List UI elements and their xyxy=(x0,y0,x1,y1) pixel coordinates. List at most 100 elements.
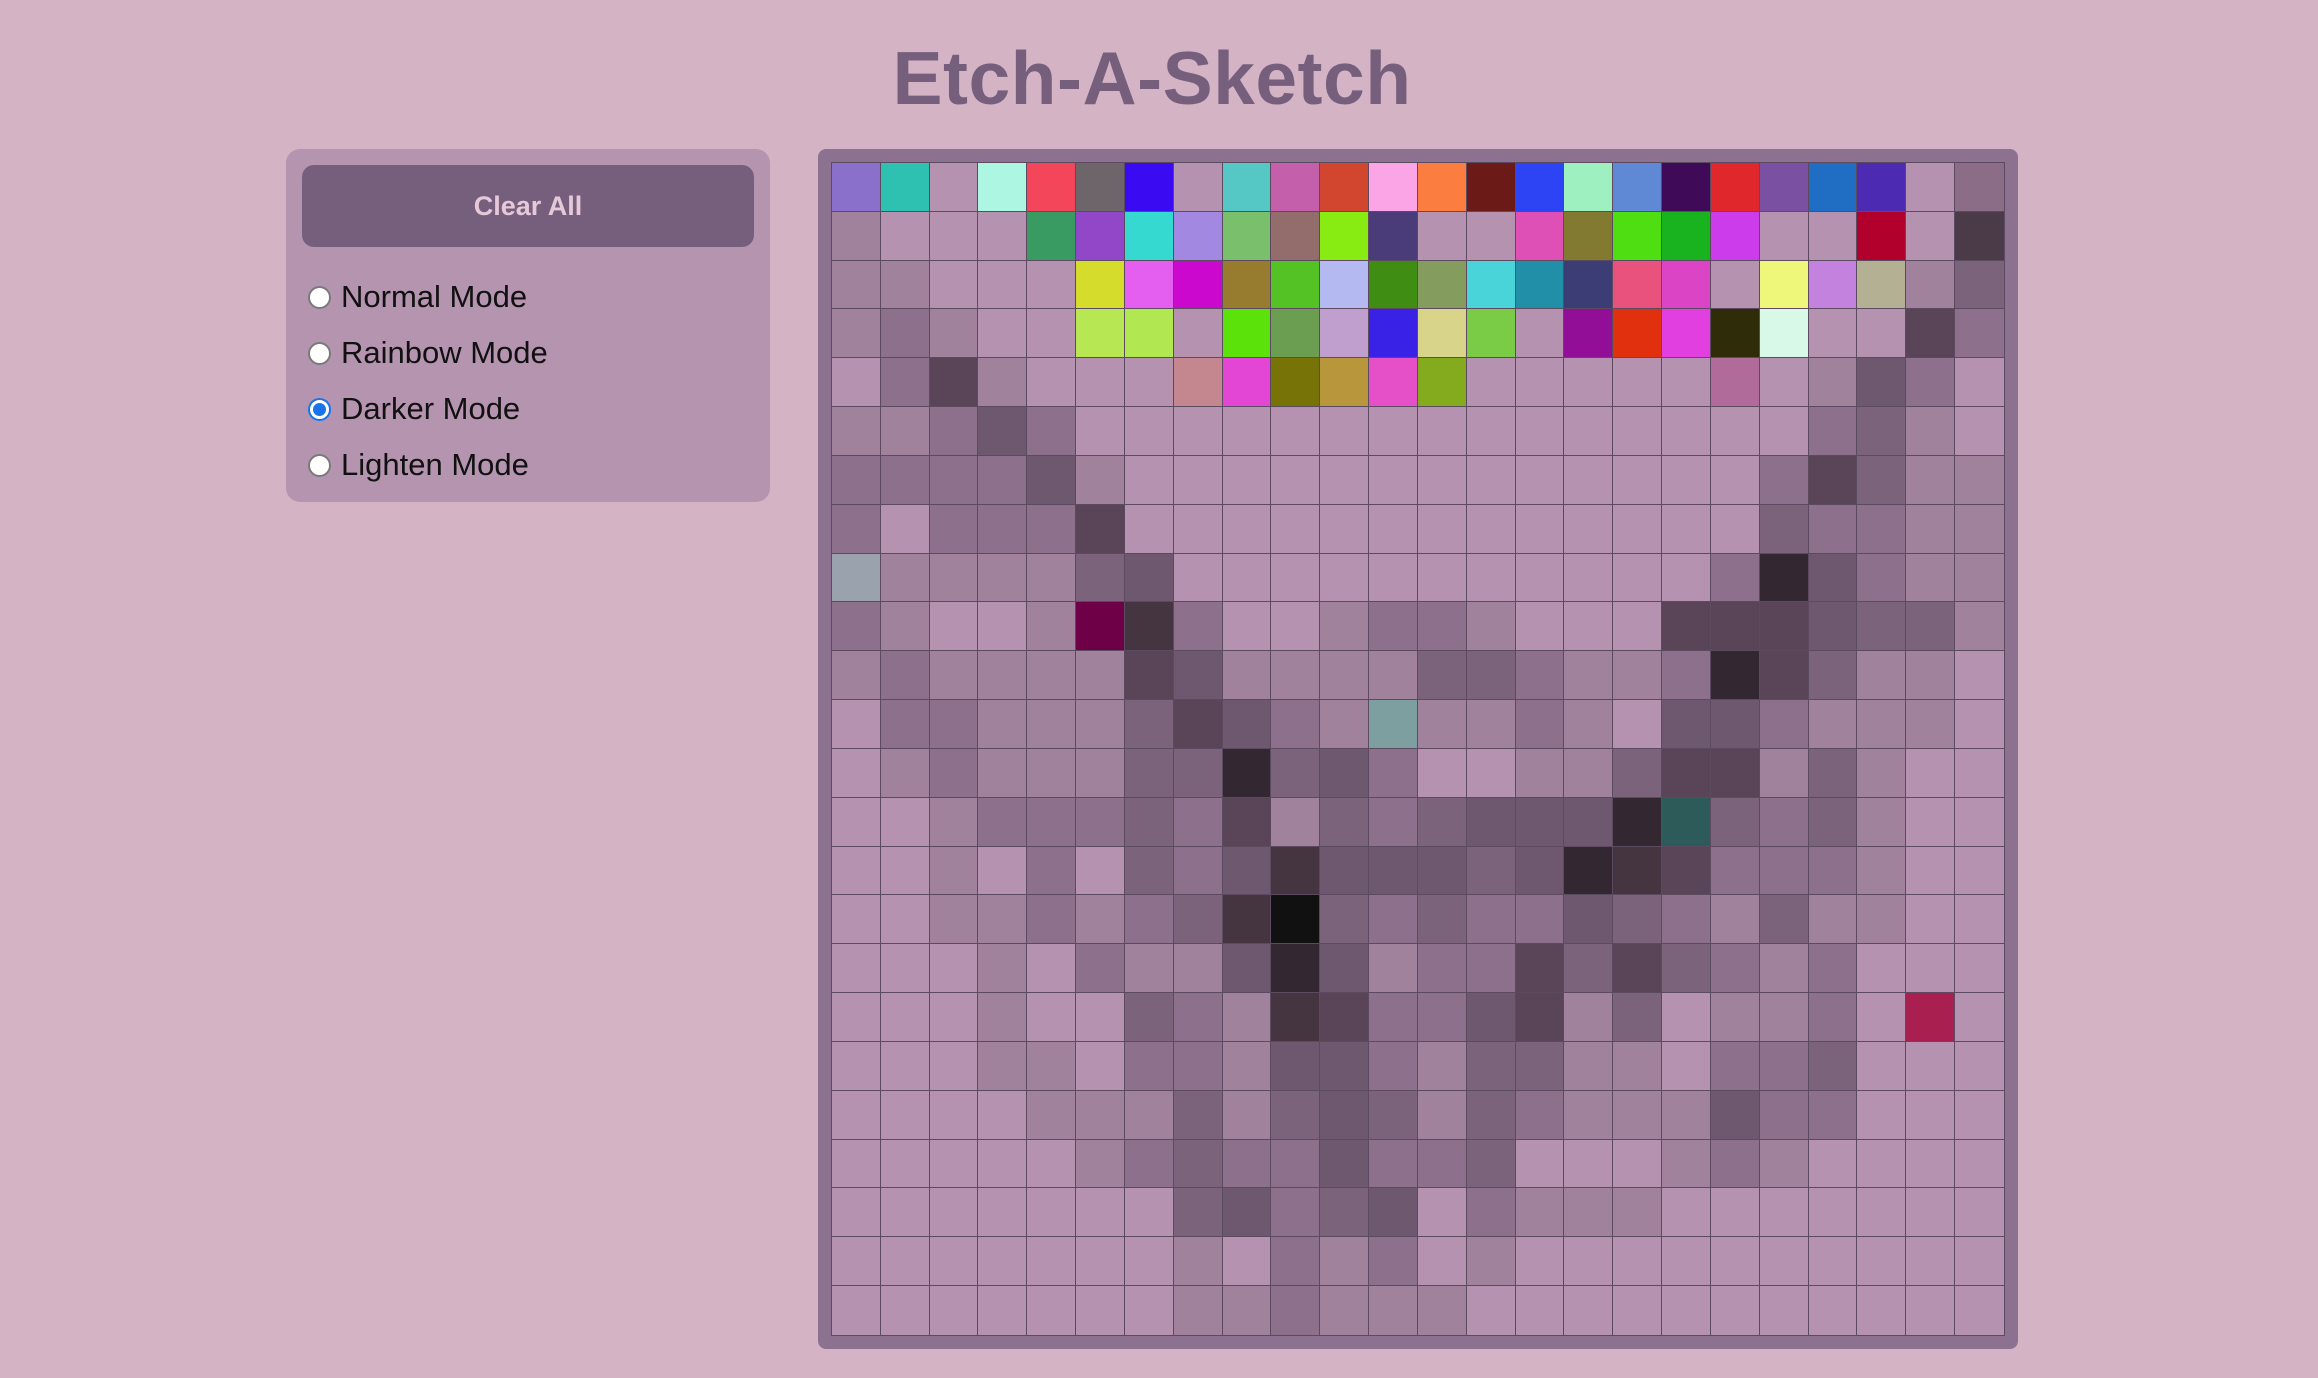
grid-cell[interactable] xyxy=(1271,748,1321,798)
grid-cell[interactable] xyxy=(1124,407,1174,456)
grid-cell[interactable] xyxy=(978,651,1028,701)
grid-cell[interactable] xyxy=(1027,797,1077,847)
grid-cell[interactable] xyxy=(1027,651,1077,701)
grid-cell[interactable] xyxy=(832,602,881,652)
grid-cell[interactable] xyxy=(1027,944,1077,994)
grid-cell[interactable] xyxy=(1222,944,1272,994)
grid-cell[interactable] xyxy=(1808,553,1858,603)
grid-cell[interactable] xyxy=(1027,748,1077,798)
grid-cell[interactable] xyxy=(1173,211,1223,261)
grid-cell[interactable] xyxy=(1710,1188,1760,1238)
grid-cell[interactable] xyxy=(1759,260,1809,310)
sketch-grid[interactable] xyxy=(831,162,2005,1336)
grid-cell[interactable] xyxy=(1076,651,1125,701)
grid-cell[interactable] xyxy=(1369,944,1418,994)
grid-cell[interactable] xyxy=(1857,846,1907,896)
grid-cell[interactable] xyxy=(1759,358,1809,408)
clear-all-button[interactable]: Clear All xyxy=(302,165,754,247)
grid-cell[interactable] xyxy=(1320,846,1370,896)
darker-mode-radio[interactable] xyxy=(308,397,331,421)
grid-cell[interactable] xyxy=(1564,1188,1614,1238)
grid-cell[interactable] xyxy=(1808,260,1858,310)
grid-cell[interactable] xyxy=(1906,895,1956,945)
grid-cell[interactable] xyxy=(1515,163,1565,212)
grid-cell[interactable] xyxy=(1515,1188,1565,1238)
grid-cell[interactable] xyxy=(929,553,979,603)
grid-cell[interactable] xyxy=(880,1041,930,1091)
grid-cell[interactable] xyxy=(1759,651,1809,701)
grid-cell[interactable] xyxy=(1662,309,1711,359)
grid-cell[interactable] xyxy=(1222,1041,1272,1091)
grid-cell[interactable] xyxy=(1271,1090,1321,1140)
grid-cell[interactable] xyxy=(1710,1041,1760,1091)
grid-cell[interactable] xyxy=(880,944,930,994)
grid-cell[interactable] xyxy=(1124,993,1174,1042)
grid-cell[interactable] xyxy=(1076,455,1125,505)
grid-cell[interactable] xyxy=(1173,1237,1223,1287)
grid-cell[interactable] xyxy=(1076,1090,1125,1140)
grid-cell[interactable] xyxy=(1124,1041,1174,1091)
grid-cell[interactable] xyxy=(1710,700,1760,749)
grid-cell[interactable] xyxy=(1857,700,1907,749)
grid-cell[interactable] xyxy=(1662,211,1711,261)
grid-cell[interactable] xyxy=(1613,993,1663,1042)
grid-cell[interactable] xyxy=(1027,700,1077,749)
grid-cell[interactable] xyxy=(1320,993,1370,1042)
grid-cell[interactable] xyxy=(1759,1139,1809,1189)
grid-cell[interactable] xyxy=(1515,846,1565,896)
grid-cell[interactable] xyxy=(832,846,881,896)
grid-cell[interactable] xyxy=(1955,944,2004,994)
grid-cell[interactable] xyxy=(1076,260,1125,310)
grid-cell[interactable] xyxy=(1369,700,1418,749)
grid-cell[interactable] xyxy=(1076,944,1125,994)
grid-cell[interactable] xyxy=(1369,651,1418,701)
grid-cell[interactable] xyxy=(1124,309,1174,359)
grid-cell[interactable] xyxy=(1369,1090,1418,1140)
grid-cell[interactable] xyxy=(1076,407,1125,456)
grid-cell[interactable] xyxy=(1808,504,1858,554)
grid-cell[interactable] xyxy=(1271,700,1321,749)
normal-mode-option[interactable]: Normal Mode xyxy=(308,269,548,325)
grid-cell[interactable] xyxy=(1222,1090,1272,1140)
grid-cell[interactable] xyxy=(1515,1237,1565,1287)
grid-cell[interactable] xyxy=(832,1286,881,1335)
grid-cell[interactable] xyxy=(1906,455,1956,505)
grid-cell[interactable] xyxy=(1808,846,1858,896)
grid-cell[interactable] xyxy=(1173,895,1223,945)
grid-cell[interactable] xyxy=(1076,797,1125,847)
grid-cell[interactable] xyxy=(1759,407,1809,456)
grid-cell[interactable] xyxy=(1662,163,1711,212)
grid-cell[interactable] xyxy=(832,455,881,505)
grid-cell[interactable] xyxy=(929,358,979,408)
grid-cell[interactable] xyxy=(1417,1090,1467,1140)
grid-cell[interactable] xyxy=(1955,163,2004,212)
grid-cell[interactable] xyxy=(1613,504,1663,554)
grid-cell[interactable] xyxy=(1759,163,1809,212)
grid-cell[interactable] xyxy=(978,748,1028,798)
grid-cell[interactable] xyxy=(1710,1286,1760,1335)
grid-cell[interactable] xyxy=(1710,1139,1760,1189)
grid-cell[interactable] xyxy=(1222,895,1272,945)
grid-cell[interactable] xyxy=(978,1237,1028,1287)
grid-cell[interactable] xyxy=(832,260,881,310)
grid-cell[interactable] xyxy=(1906,407,1956,456)
grid-cell[interactable] xyxy=(1613,748,1663,798)
grid-cell[interactable] xyxy=(1320,1286,1370,1335)
grid-cell[interactable] xyxy=(1808,358,1858,408)
grid-cell[interactable] xyxy=(1515,748,1565,798)
grid-cell[interactable] xyxy=(1906,846,1956,896)
grid-cell[interactable] xyxy=(832,407,881,456)
grid-cell[interactable] xyxy=(1759,700,1809,749)
grid-cell[interactable] xyxy=(1076,504,1125,554)
grid-cell[interactable] xyxy=(1417,211,1467,261)
grid-cell[interactable] xyxy=(880,1139,930,1189)
grid-cell[interactable] xyxy=(1808,163,1858,212)
grid-cell[interactable] xyxy=(1613,1139,1663,1189)
grid-cell[interactable] xyxy=(1222,846,1272,896)
grid-cell[interactable] xyxy=(1857,407,1907,456)
grid-cell[interactable] xyxy=(1662,504,1711,554)
grid-cell[interactable] xyxy=(1515,602,1565,652)
grid-cell[interactable] xyxy=(1710,504,1760,554)
grid-cell[interactable] xyxy=(1662,407,1711,456)
grid-cell[interactable] xyxy=(1710,358,1760,408)
